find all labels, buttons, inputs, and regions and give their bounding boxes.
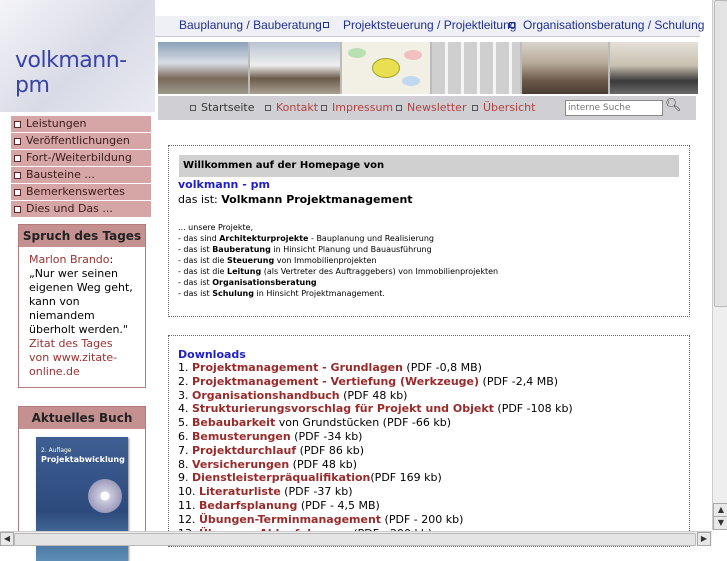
bullet-icon bbox=[14, 154, 21, 162]
downloads-list: 1. Projektmanagement - Grundlagen (PDF -… bbox=[169, 361, 689, 540]
downloads-title: Downloads bbox=[178, 348, 246, 361]
nav-item-bausteine[interactable]: Bausteine ... bbox=[11, 167, 151, 184]
download-item: 11. Bedarfsplanung (PDF - 4,5 MB) bbox=[178, 498, 380, 512]
download-link[interactable]: Bedarfsplanung bbox=[199, 499, 297, 512]
download-item: 6. Bemusterungen (PDF -34 kb) bbox=[178, 429, 363, 443]
vertical-scroll-thumb[interactable] bbox=[714, 0, 727, 307]
site-logo[interactable]: volkmann-pm bbox=[15, 48, 155, 98]
scroll-right-icon[interactable]: ▶ bbox=[697, 532, 711, 546]
welcome-heading: Willkommen auf der Homepage von bbox=[179, 155, 679, 177]
subnav-uebersicht[interactable]: Übersicht bbox=[472, 101, 535, 114]
downloads-panel: Downloads 1. Projektmanagement - Grundla… bbox=[168, 335, 690, 547]
intro-line: - das ist Schulung in Hinsicht Projektma… bbox=[178, 289, 385, 298]
download-item: 5. Bebaubarkeit von Grundstücken (PDF -6… bbox=[178, 416, 451, 430]
download-link[interactable]: Dienstleisterpräqualifikation bbox=[192, 471, 370, 484]
subnav-kontakt[interactable]: Kontakt bbox=[265, 101, 318, 114]
separator-icon bbox=[509, 22, 515, 28]
bullet-icon bbox=[14, 171, 21, 179]
download-item: 8. Versicherungen (PDF 48 kb) bbox=[178, 457, 358, 471]
welcome-panel: Willkommen auf der Homepage von volkmann… bbox=[168, 145, 690, 317]
topnav-projektsteuerung[interactable]: Projektsteuerung / Projektleitung bbox=[343, 18, 516, 32]
scroll-down-icon[interactable]: ▼ bbox=[713, 516, 727, 530]
bullet-icon bbox=[14, 120, 21, 128]
nav-item-fortbildung[interactable]: Fort-/Weiterbildung bbox=[11, 150, 151, 167]
subnav-impressum[interactable]: Impressum bbox=[321, 101, 393, 114]
logo-area: volkmann-pm bbox=[0, 0, 155, 112]
quote-source-link[interactable]: Zitat des Tages von www.zitate-online.de bbox=[29, 337, 117, 378]
header-banner bbox=[158, 42, 698, 94]
download-item: 3. Organisationshandbuch (PDF 48 kb) bbox=[178, 388, 408, 402]
download-item: 2. Projektmanagement - Vertiefung (Werkz… bbox=[178, 374, 559, 388]
bullet-icon bbox=[265, 105, 271, 111]
subnav-startseite[interactable]: Startseite bbox=[190, 101, 255, 114]
download-link[interactable]: Versicherungen bbox=[192, 458, 289, 471]
cd-icon bbox=[88, 479, 122, 513]
bullet-icon bbox=[14, 137, 21, 145]
schedule-image bbox=[432, 42, 520, 94]
book-box-title: Aktuelles Buch bbox=[19, 407, 145, 429]
nav-item-veroeffentlichungen[interactable]: Veröffentlichungen bbox=[11, 133, 151, 150]
separator-icon bbox=[323, 22, 329, 28]
bullet-icon bbox=[14, 205, 21, 213]
topnav-bauplanung[interactable]: Bauplanung / Bauberatung bbox=[179, 18, 322, 32]
download-item: 4. Strukturierungsvorschlag für Projekt … bbox=[178, 402, 573, 416]
bullet-icon bbox=[14, 188, 21, 196]
bullet-icon bbox=[321, 105, 327, 111]
seminar-photo bbox=[522, 42, 608, 94]
quote-author[interactable]: Marlon Brando bbox=[29, 253, 110, 266]
current-book-box: Aktuelles Buch 2. Auflage Projektabwickl… bbox=[18, 406, 146, 561]
building-photo bbox=[158, 42, 248, 94]
subnav-newsletter[interactable]: Newsletter bbox=[396, 101, 466, 114]
nav-item-bemerkenswertes[interactable]: Bemerkenswertes bbox=[11, 184, 151, 201]
download-item: 7. Projektdurchlauf (PDF 86 kb) bbox=[178, 443, 364, 457]
download-link[interactable]: Übungen-Terminmanagement bbox=[199, 513, 381, 526]
nav-item-dies-und-das[interactable]: Dies und Das ... bbox=[11, 201, 151, 218]
download-link[interactable]: Projektmanagement - Grundlagen bbox=[192, 361, 403, 374]
scroll-left-icon[interactable]: ◀ bbox=[0, 532, 14, 546]
intro-text: ... unsere Projekte, - das sind Architek… bbox=[178, 222, 689, 299]
bullet-icon bbox=[472, 105, 478, 111]
horizontal-scrollbar[interactable]: ◀ ▶ bbox=[0, 531, 712, 546]
intro-line: - das ist Bauberatung in Hinsicht Planun… bbox=[178, 245, 432, 254]
download-link[interactable]: Projektdurchlauf bbox=[192, 444, 296, 457]
building-photo bbox=[250, 42, 340, 94]
download-link[interactable]: Organisationshandbuch bbox=[192, 389, 340, 402]
intro-line: - das ist die Steuerung von Immobilienpr… bbox=[178, 256, 377, 265]
top-navigation: Bauplanung / Bauberatung Projektsteuerun… bbox=[155, 16, 704, 37]
training-photo bbox=[610, 42, 698, 94]
intro-line: - das sind Architekturprojekte - Bauplan… bbox=[178, 234, 434, 243]
brand-name: volkmann - pm bbox=[178, 178, 270, 191]
sub-navigation: Startseite Kontakt Impressum Newsletter … bbox=[158, 96, 696, 120]
topnav-organisationsberatung[interactable]: Organisationsberatung / Schulung bbox=[523, 18, 704, 32]
scroll-up-icon[interactable]: ▲ bbox=[713, 503, 727, 517]
bullet-icon bbox=[190, 105, 196, 111]
quote-text: „Nur wer seinen eigenen Weg geht, kann v… bbox=[29, 267, 133, 336]
brand-line: das ist: Volkmann Projektmanagement bbox=[178, 193, 413, 206]
download-item: 12. Übungen-Terminmanagement (PDF - 200 … bbox=[178, 512, 464, 526]
left-navigation: Leistungen Veröffentlichungen Fort-/Weit… bbox=[11, 116, 151, 218]
intro-line: - das ist Organisationsberatung bbox=[178, 278, 317, 287]
intro-line: - das ist die Leitung (als Vertreter des… bbox=[178, 267, 499, 276]
quote-box-title: Spruch des Tages bbox=[19, 225, 145, 247]
download-link[interactable]: Bebaubarkeit bbox=[192, 416, 275, 429]
search-input[interactable] bbox=[565, 100, 663, 116]
search-icon[interactable]: 🔍︎ bbox=[665, 98, 682, 113]
vertical-scrollbar[interactable]: ▲ ▼ bbox=[712, 0, 727, 530]
download-link[interactable]: Strukturierungsvorschlag für Projekt und… bbox=[192, 402, 494, 415]
nav-item-leistungen[interactable]: Leistungen bbox=[11, 116, 151, 133]
intro-line: ... unsere Projekte, bbox=[178, 223, 254, 232]
download-item: 1. Projektmanagement - Grundlagen (PDF -… bbox=[178, 361, 482, 374]
horizontal-scroll-thumb[interactable] bbox=[14, 533, 696, 546]
download-link[interactable]: Bemusterungen bbox=[192, 430, 291, 443]
download-item: 9. Dienstleisterpräqualifikation(PDF 169… bbox=[178, 471, 442, 485]
bullet-icon bbox=[396, 105, 402, 111]
download-item: 10. Literaturliste (PDF -37 kb) bbox=[178, 485, 353, 499]
download-link[interactable]: Projektmanagement - Vertiefung (Werkzeug… bbox=[192, 375, 479, 388]
quote-of-the-day-box: Spruch des Tages Marlon Brando: „Nur wer… bbox=[18, 224, 146, 388]
download-link[interactable]: Literaturliste bbox=[199, 485, 281, 498]
mindmap-image bbox=[342, 42, 430, 94]
